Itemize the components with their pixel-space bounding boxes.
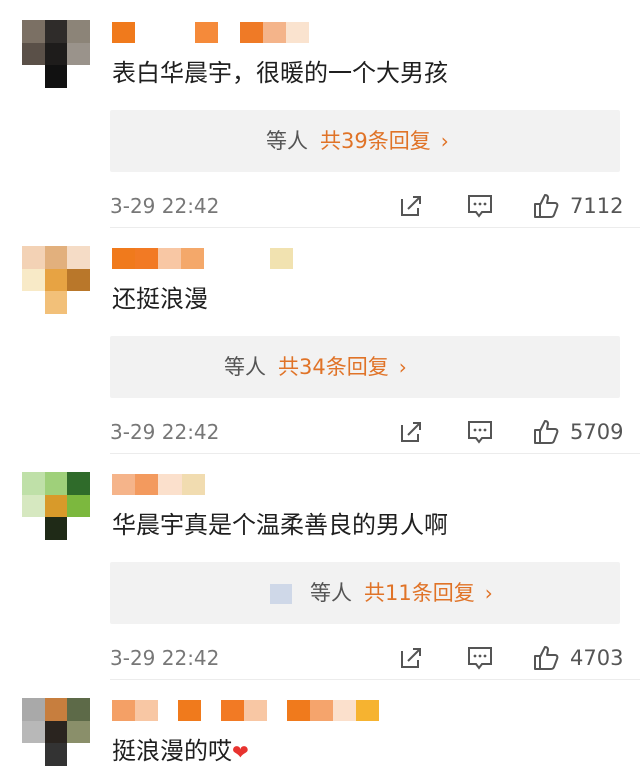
redacted-username [270,584,292,604]
share-icon [401,196,421,216]
comment-icon [468,647,492,670]
comment-icon [468,195,492,218]
comment-text: 华晨宇真是个温柔善良的男人啊 [112,511,448,539]
like-button[interactable]: 7112 [532,190,623,222]
reply-count-link[interactable]: 共34条回复 [278,355,389,379]
heart-emoji: ❤ [232,740,249,764]
timestamp: 3-29 22:42 [110,194,220,218]
comment-meta: 3-29 22:42 5709 [110,416,623,448]
chevron-right-icon: › [440,129,449,153]
reply-preview[interactable]: 等人 共11条回复 › [110,562,620,624]
share-icon [401,422,421,442]
comment-button[interactable] [466,190,494,222]
like-count: 5709 [570,420,624,444]
username-redacted[interactable] [112,248,293,272]
thumbs-up-icon [534,646,559,670]
share-button[interactable] [398,416,424,448]
thumbs-up-icon [534,194,559,218]
avatar[interactable] [22,698,90,766]
reply-preview[interactable]: 等人 共34条回复 › [110,336,620,398]
comment-text: 挺浪漫的哎❤ [112,737,249,765]
like-count: 7112 [570,194,624,218]
divider [110,679,640,680]
reply-count-link[interactable]: 共11条回复 [364,581,475,605]
reply-users: 等人 [266,129,308,153]
comment-meta: 3-29 22:42 4703 [110,642,623,674]
avatar[interactable] [22,20,90,88]
comment-text: 还挺浪漫 [112,285,208,313]
like-count: 4703 [570,646,624,670]
share-button[interactable] [398,190,424,222]
reply-preview[interactable]: 等人 共39条回复 › [110,110,620,172]
reply-users: 等人 [224,355,266,379]
comment-meta: 3-29 22:42 7112 [110,190,623,222]
reply-count-link[interactable]: 共39条回复 [320,129,431,153]
reply-users: 等人 [310,581,352,605]
username-redacted[interactable] [112,700,379,724]
avatar[interactable] [22,246,90,314]
divider [110,227,640,228]
comment-button[interactable] [466,642,494,674]
share-icon [401,648,421,668]
username-redacted[interactable] [112,474,205,498]
timestamp: 3-29 22:42 [110,420,220,444]
comment-text: 表白华晨宇，很暖的一个大男孩 [112,59,448,87]
avatar[interactable] [22,472,90,540]
divider [110,453,640,454]
chevron-right-icon: › [398,355,407,379]
timestamp: 3-29 22:42 [110,646,220,670]
chevron-right-icon: › [484,581,493,605]
username-redacted[interactable] [112,22,309,46]
like-button[interactable]: 5709 [532,416,623,448]
comment-button[interactable] [466,416,494,448]
thumbs-up-icon [534,420,559,444]
like-button[interactable]: 4703 [532,642,623,674]
share-button[interactable] [398,642,424,674]
comment-icon [468,421,492,444]
